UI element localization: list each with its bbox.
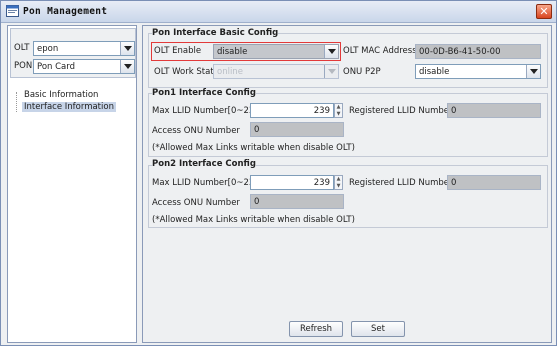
chevron-down-icon[interactable]: [120, 42, 134, 55]
pon-select-value: Pon Card: [37, 62, 75, 72]
olt-enable-select[interactable]: disable: [213, 44, 339, 59]
olt-enable-value: disable: [217, 47, 248, 57]
pon1-max-llid-value: 239: [313, 106, 330, 116]
pon2-registered-field: 0: [447, 175, 541, 190]
pon1-access-field: 0: [250, 122, 344, 137]
close-icon[interactable]: ✕: [536, 4, 552, 19]
olt-select-value: epon: [37, 44, 59, 54]
title-bar[interactable]: Pon Management ✕: [1, 1, 556, 23]
refresh-button[interactable]: Refresh: [289, 321, 343, 337]
work-state-value: online: [217, 67, 243, 77]
pon2-note: (*Allowed Max Links writable when disabl…: [152, 215, 355, 225]
right-panel: Pon Interface Basic Config OLT Enable di…: [142, 25, 552, 343]
olt-mac-label: OLT MAC Address: [343, 46, 417, 56]
basic-config-title: Pon Interface Basic Config: [152, 28, 279, 38]
pon1-note: (*Allowed Max Links writable when disabl…: [152, 143, 355, 153]
pon2-access-label: Access ONU Number: [152, 198, 240, 208]
tree-item-interface-information[interactable]: Interface Information: [22, 102, 116, 112]
chevron-down-icon: [324, 65, 338, 78]
pon2-registered-value: 0: [451, 178, 457, 188]
pon2-config-title: Pon2 Interface Config: [152, 159, 256, 169]
pon1-config-title: Pon1 Interface Config: [152, 88, 256, 98]
pon2-max-llid-label: Max LLID Number[0~239]: [152, 178, 264, 188]
pon1-registered-field: 0: [447, 103, 541, 118]
olt-enable-label: OLT Enable: [154, 46, 202, 56]
window-title: Pon Management: [23, 6, 108, 17]
pon1-access-label: Access ONU Number: [152, 126, 240, 136]
olt-select[interactable]: epon: [33, 41, 135, 56]
olt-label: OLT: [14, 43, 30, 53]
onu-p2p-value: disable: [419, 67, 450, 77]
left-panel: OLT epon PON Pon Card Basic Information …: [7, 25, 137, 343]
pon2-max-llid-value: 239: [313, 178, 330, 188]
pon1-registered-label: Registered LLID Number: [349, 106, 453, 116]
work-state-select: online: [213, 64, 339, 79]
pon2-access-field: 0: [250, 194, 344, 209]
pon-select[interactable]: Pon Card: [33, 59, 135, 74]
work-state-label: OLT Work State: [154, 67, 219, 77]
set-button[interactable]: Set: [351, 321, 405, 337]
pon2-access-value: 0: [254, 197, 260, 207]
tree-item-basic-information[interactable]: Basic Information: [22, 90, 100, 100]
spinner-arrows-icon[interactable]: ▲ ▼: [334, 103, 343, 118]
device-selector: OLT epon PON Pon Card: [10, 28, 136, 78]
pon1-max-llid-input[interactable]: 239: [250, 103, 334, 118]
tree-connector: [16, 92, 17, 112]
app-window-icon: [6, 5, 19, 17]
spinner-arrows-icon[interactable]: ▲ ▼: [334, 175, 343, 190]
olt-mac-value: 00-0D-B6-41-50-00: [419, 47, 501, 57]
onu-p2p-select[interactable]: disable: [415, 64, 541, 79]
pon1-access-value: 0: [254, 125, 260, 135]
pon1-max-llid-label: Max LLID Number[0~239]: [152, 106, 264, 116]
pon-label: PON: [14, 61, 33, 71]
onu-p2p-label: ONU P2P: [343, 67, 381, 77]
chevron-down-icon[interactable]: [526, 65, 540, 78]
pon1-registered-value: 0: [451, 106, 457, 116]
pon-management-window: Pon Management ✕ OLT epon PON Pon Card B…: [0, 0, 557, 346]
pon2-max-llid-input[interactable]: 239: [250, 175, 334, 190]
olt-mac-field: 00-0D-B6-41-50-00: [415, 44, 541, 59]
pon2-registered-label: Registered LLID Number: [349, 178, 453, 188]
chevron-down-icon[interactable]: [120, 60, 134, 73]
chevron-down-icon[interactable]: [324, 45, 338, 58]
